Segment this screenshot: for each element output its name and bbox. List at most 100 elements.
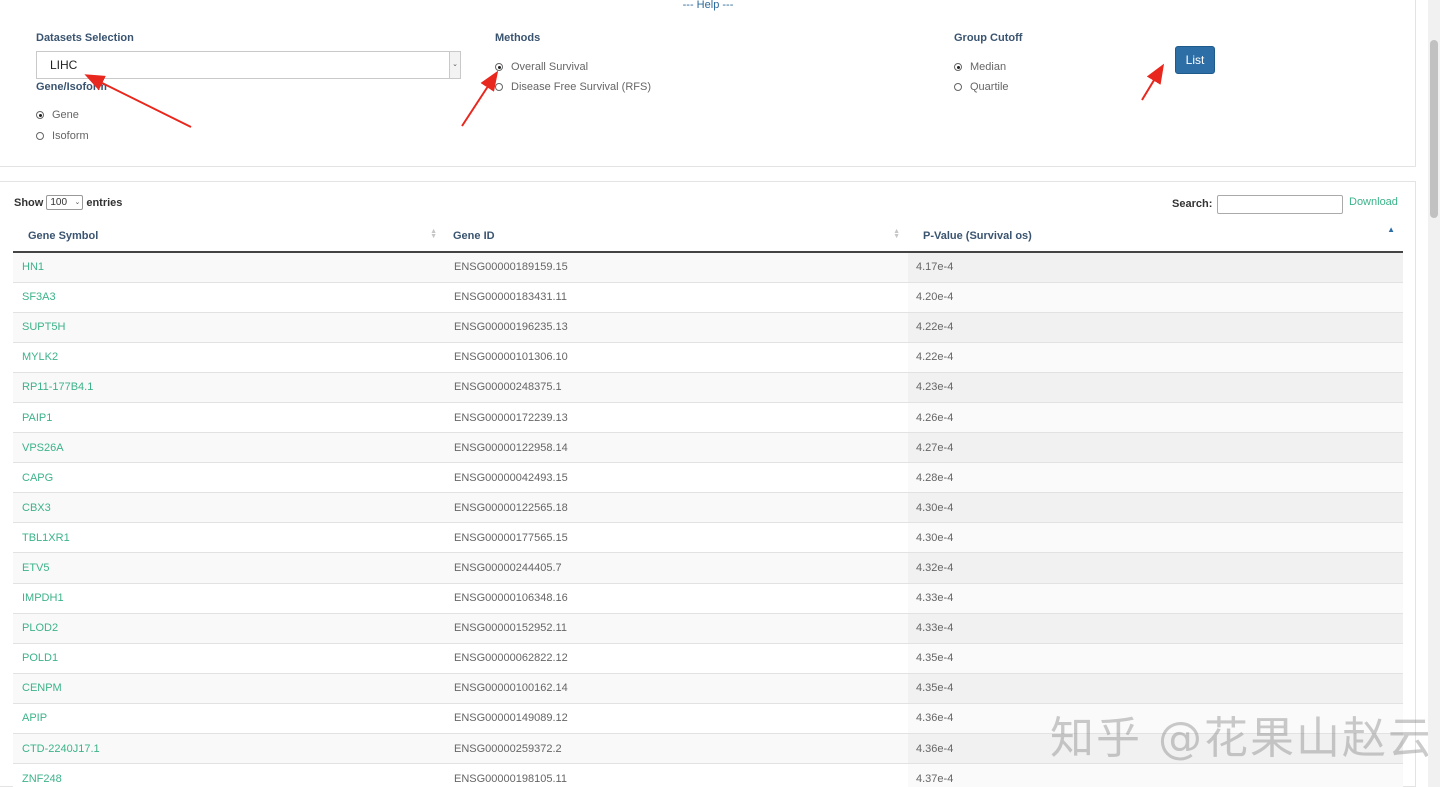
radio-button[interactable]: [36, 132, 44, 140]
gene-symbol-link[interactable]: APIP: [22, 712, 47, 724]
show-label: Show: [14, 196, 44, 209]
column-header-gene-id[interactable]: Gene ID ▲ ▼: [445, 220, 908, 253]
gene-symbol-link[interactable]: IMPDH1: [22, 592, 64, 604]
radio-label: Isoform: [52, 130, 89, 142]
gene-symbol-link[interactable]: ZNF248: [22, 773, 62, 785]
gene-id-cell: ENSG00000152952.11: [445, 613, 908, 644]
gene-isoform-label: Gene/Isoform: [36, 81, 107, 93]
p-value-cell: 4.22e-4: [908, 312, 1403, 343]
p-value-cell: 4.23e-4: [908, 372, 1403, 403]
gene-symbol-link[interactable]: PLOD2: [22, 622, 58, 634]
column-header-label: Gene ID: [453, 229, 495, 242]
radio-quartile[interactable]: Quartile: [954, 81, 1009, 93]
help-link[interactable]: --- Help ---: [0, 0, 1416, 11]
gene-id-cell: ENSG00000244405.7: [445, 552, 908, 584]
chevron-down-icon: ⌄: [74, 199, 81, 206]
gene-id-cell: ENSG00000101306.10: [445, 342, 908, 373]
gene-symbol-link[interactable]: RP11-177B4.1: [22, 381, 93, 393]
gene-symbol-link[interactable]: SF3A3: [22, 291, 56, 303]
group-cutoff-label: Group Cutoff: [954, 32, 1023, 44]
p-value-cell: 4.22e-4: [908, 342, 1403, 373]
p-value-cell: 4.35e-4: [908, 643, 1403, 674]
column-header-p-value[interactable]: P-Value (Survival os) ▲: [908, 220, 1403, 253]
radio-button[interactable]: [954, 63, 962, 71]
radio-button[interactable]: [495, 63, 503, 71]
gene-id-cell: ENSG00000259372.2: [445, 733, 908, 765]
list-button[interactable]: List: [1175, 46, 1215, 74]
table-row: CBX3 ENSG00000122565.18 4.30e-4: [13, 492, 1403, 524]
download-link[interactable]: Download: [1349, 196, 1398, 208]
gene-symbol-link[interactable]: CBX3: [22, 502, 51, 514]
radio-button[interactable]: [36, 111, 44, 119]
gene-symbol-cell: ETV5: [13, 552, 445, 584]
gene-id-cell: ENSG00000172239.13: [445, 402, 908, 434]
gene-symbol-link[interactable]: ETV5: [22, 562, 50, 574]
gene-id-cell: ENSG00000149089.12: [445, 703, 908, 735]
radio-label: Overall Survival: [511, 61, 589, 73]
dataset-select[interactable]: LIHC ⌄: [36, 51, 461, 79]
table-row: ETV5 ENSG00000244405.7 4.32e-4: [13, 552, 1403, 584]
show-entries: Show 100 ⌄ entries: [14, 195, 122, 210]
p-value-cell: 4.26e-4: [908, 402, 1403, 434]
scrollbar-thumb[interactable]: [1430, 40, 1438, 218]
gene-symbol-link[interactable]: CTD-2240J17.1: [22, 743, 100, 755]
gene-id-cell: ENSG00000189159.15: [445, 252, 908, 283]
gene-symbol-link[interactable]: MYLK2: [22, 351, 58, 363]
gene-symbol-link[interactable]: PAIP1: [22, 412, 52, 424]
query-panel: [0, 0, 1416, 167]
p-value-cell: 4.33e-4: [908, 613, 1403, 644]
entries-length-select[interactable]: 100 ⌄: [46, 195, 84, 210]
gene-symbol-cell: VPS26A: [13, 432, 445, 464]
page-scrollbar[interactable]: [1428, 0, 1440, 787]
gene-symbol-link[interactable]: CENPM: [22, 682, 62, 694]
table-row: IMPDH1 ENSG00000106348.16 4.33e-4: [13, 583, 1403, 614]
radio-button[interactable]: [495, 83, 503, 91]
table-row: ZNF248 ENSG00000198105.11 4.37e-4: [13, 763, 1403, 787]
datasets-label: Datasets Selection: [36, 32, 134, 44]
table-row: TBL1XR1 ENSG00000177565.15 4.30e-4: [13, 522, 1403, 554]
search-input[interactable]: [1217, 195, 1343, 214]
dataset-selected-value: LIHC: [50, 58, 78, 72]
radio-disease-free-survival[interactable]: Disease Free Survival (RFS): [495, 81, 651, 93]
gene-symbol-link[interactable]: CAPG: [22, 472, 53, 484]
gene-symbol-link[interactable]: VPS26A: [22, 442, 64, 454]
gene-symbol-link[interactable]: SUPT5H: [22, 321, 65, 333]
gene-symbol-link[interactable]: TBL1XR1: [22, 532, 70, 544]
gene-symbol-cell: PAIP1: [13, 402, 445, 434]
table-header-row: Gene Symbol ▲ ▼ Gene ID ▲ ▼ P-Value (Survi…: [13, 220, 1403, 253]
gene-symbol-cell: IMPDH1: [13, 583, 445, 614]
p-value-cell: 4.37e-4: [908, 763, 1403, 787]
entries-value: 100: [50, 197, 68, 208]
p-value-cell: 4.30e-4: [908, 492, 1403, 524]
radio-overall-survival[interactable]: Overall Survival: [495, 61, 588, 73]
gene-symbol-cell: POLD1: [13, 643, 445, 674]
gene-symbol-cell: CTD-2240J17.1: [13, 733, 445, 765]
gene-symbol-cell: HN1: [13, 252, 445, 283]
column-header-gene-symbol[interactable]: Gene Symbol ▲ ▼: [13, 220, 445, 253]
p-value-cell: 4.33e-4: [908, 583, 1403, 614]
p-value-cell: 4.35e-4: [908, 673, 1403, 704]
radio-label: Median: [970, 61, 1007, 73]
gene-symbol-link[interactable]: HN1: [22, 261, 44, 273]
table-row: CAPG ENSG00000042493.15 4.28e-4: [13, 462, 1403, 494]
gene-symbol-cell: CAPG: [13, 462, 445, 494]
radio-isoform[interactable]: Isoform: [36, 130, 89, 142]
table-row: RP11-177B4.1 ENSG00000248375.1 4.23e-4: [13, 372, 1403, 403]
radio-gene[interactable]: Gene: [36, 109, 79, 121]
p-value-cell: 4.20e-4: [908, 282, 1403, 313]
gene-symbol-cell: CBX3: [13, 492, 445, 524]
column-header-label: Gene Symbol: [28, 229, 99, 242]
radio-label: Disease Free Survival (RFS): [511, 81, 651, 93]
radio-median[interactable]: Median: [954, 61, 1006, 73]
p-value-cell: 4.27e-4: [908, 432, 1403, 464]
gene-id-cell: ENSG00000042493.15: [445, 462, 908, 494]
gene-id-cell: ENSG00000183431.11: [445, 282, 908, 313]
radio-button[interactable]: [954, 83, 962, 91]
p-value-cell: 4.32e-4: [908, 552, 1403, 584]
gene-id-cell: ENSG00000100162.14: [445, 673, 908, 704]
gene-symbol-cell: APIP: [13, 703, 445, 735]
gene-symbol-link[interactable]: POLD1: [22, 652, 58, 664]
methods-label: Methods: [495, 32, 541, 44]
gene-id-cell: ENSG00000248375.1: [445, 372, 908, 403]
sort-icon: ▲ ▼: [430, 228, 437, 240]
